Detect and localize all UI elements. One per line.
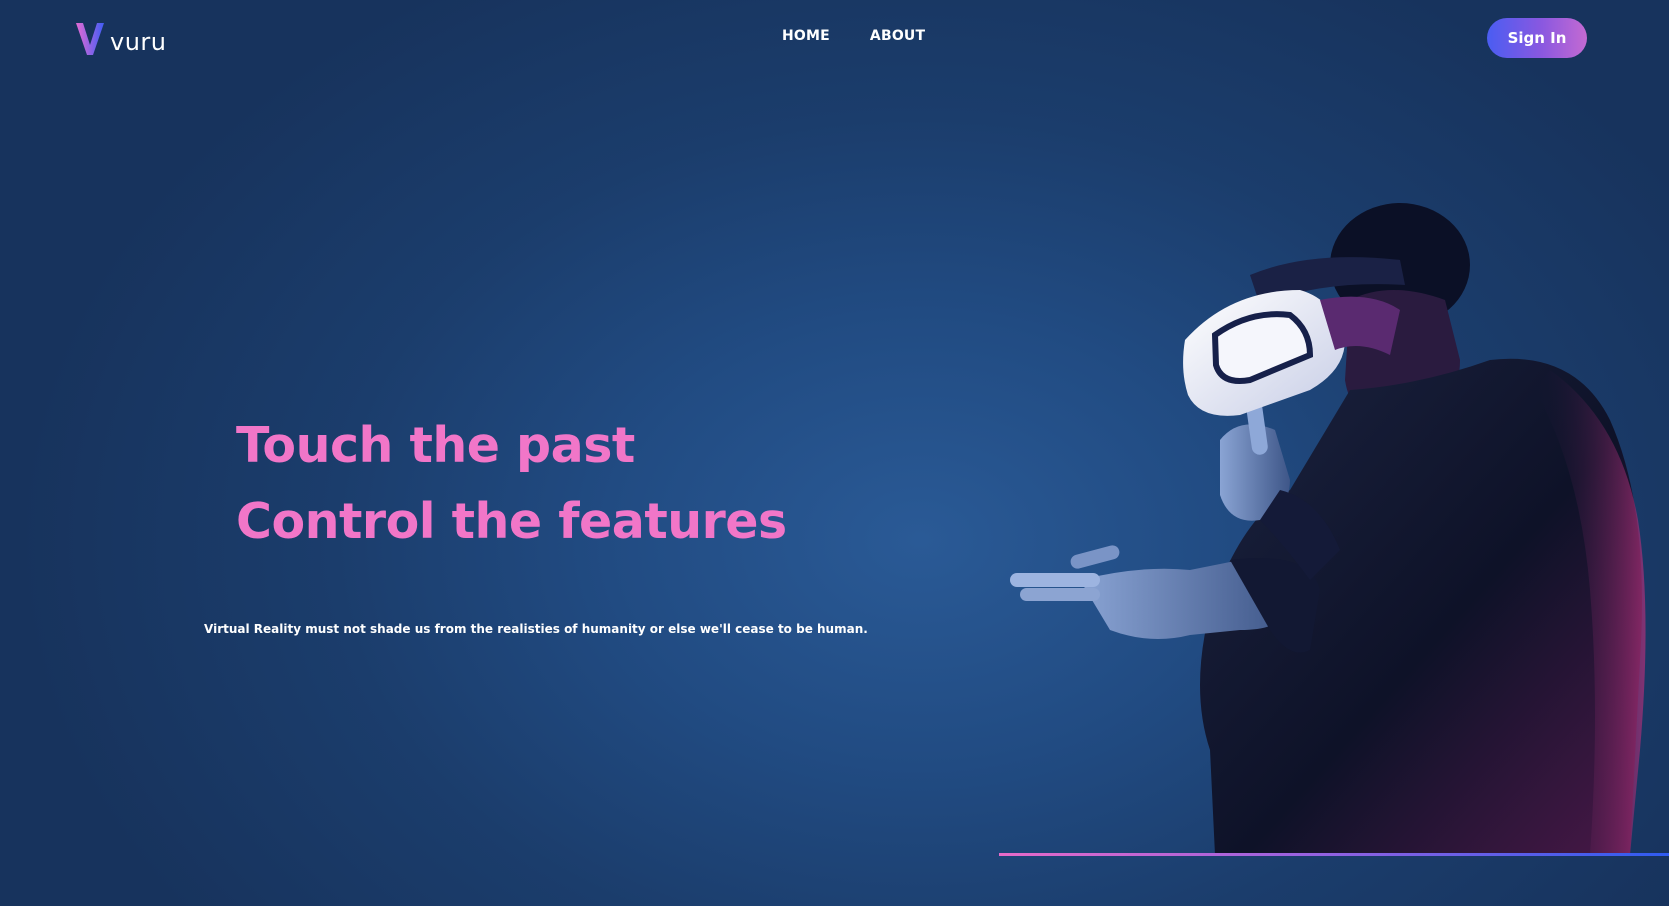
accent-divider xyxy=(999,853,1669,856)
nav-item-about[interactable]: ABOUT xyxy=(870,28,925,44)
main-nav: HOME ABOUT xyxy=(782,28,925,44)
landing-page: vuru HOME ABOUT Sign In Touch the past C… xyxy=(0,0,1669,906)
vr-headset-person-icon xyxy=(1010,203,1646,855)
hero-headline-line-2: Control the features xyxy=(236,493,787,550)
hero-subtitle: Virtual Reality must not shade us from t… xyxy=(204,622,868,636)
brand-name: vuru xyxy=(110,28,167,56)
brand-logo[interactable]: vuru xyxy=(74,17,167,57)
nav-item-home[interactable]: HOME xyxy=(782,28,830,44)
hero-headline: Touch the past Control the features xyxy=(236,408,787,560)
sign-in-button[interactable]: Sign In xyxy=(1487,18,1587,58)
v-logo-icon xyxy=(76,23,104,55)
hero-headline-line-1: Touch the past xyxy=(236,417,635,474)
